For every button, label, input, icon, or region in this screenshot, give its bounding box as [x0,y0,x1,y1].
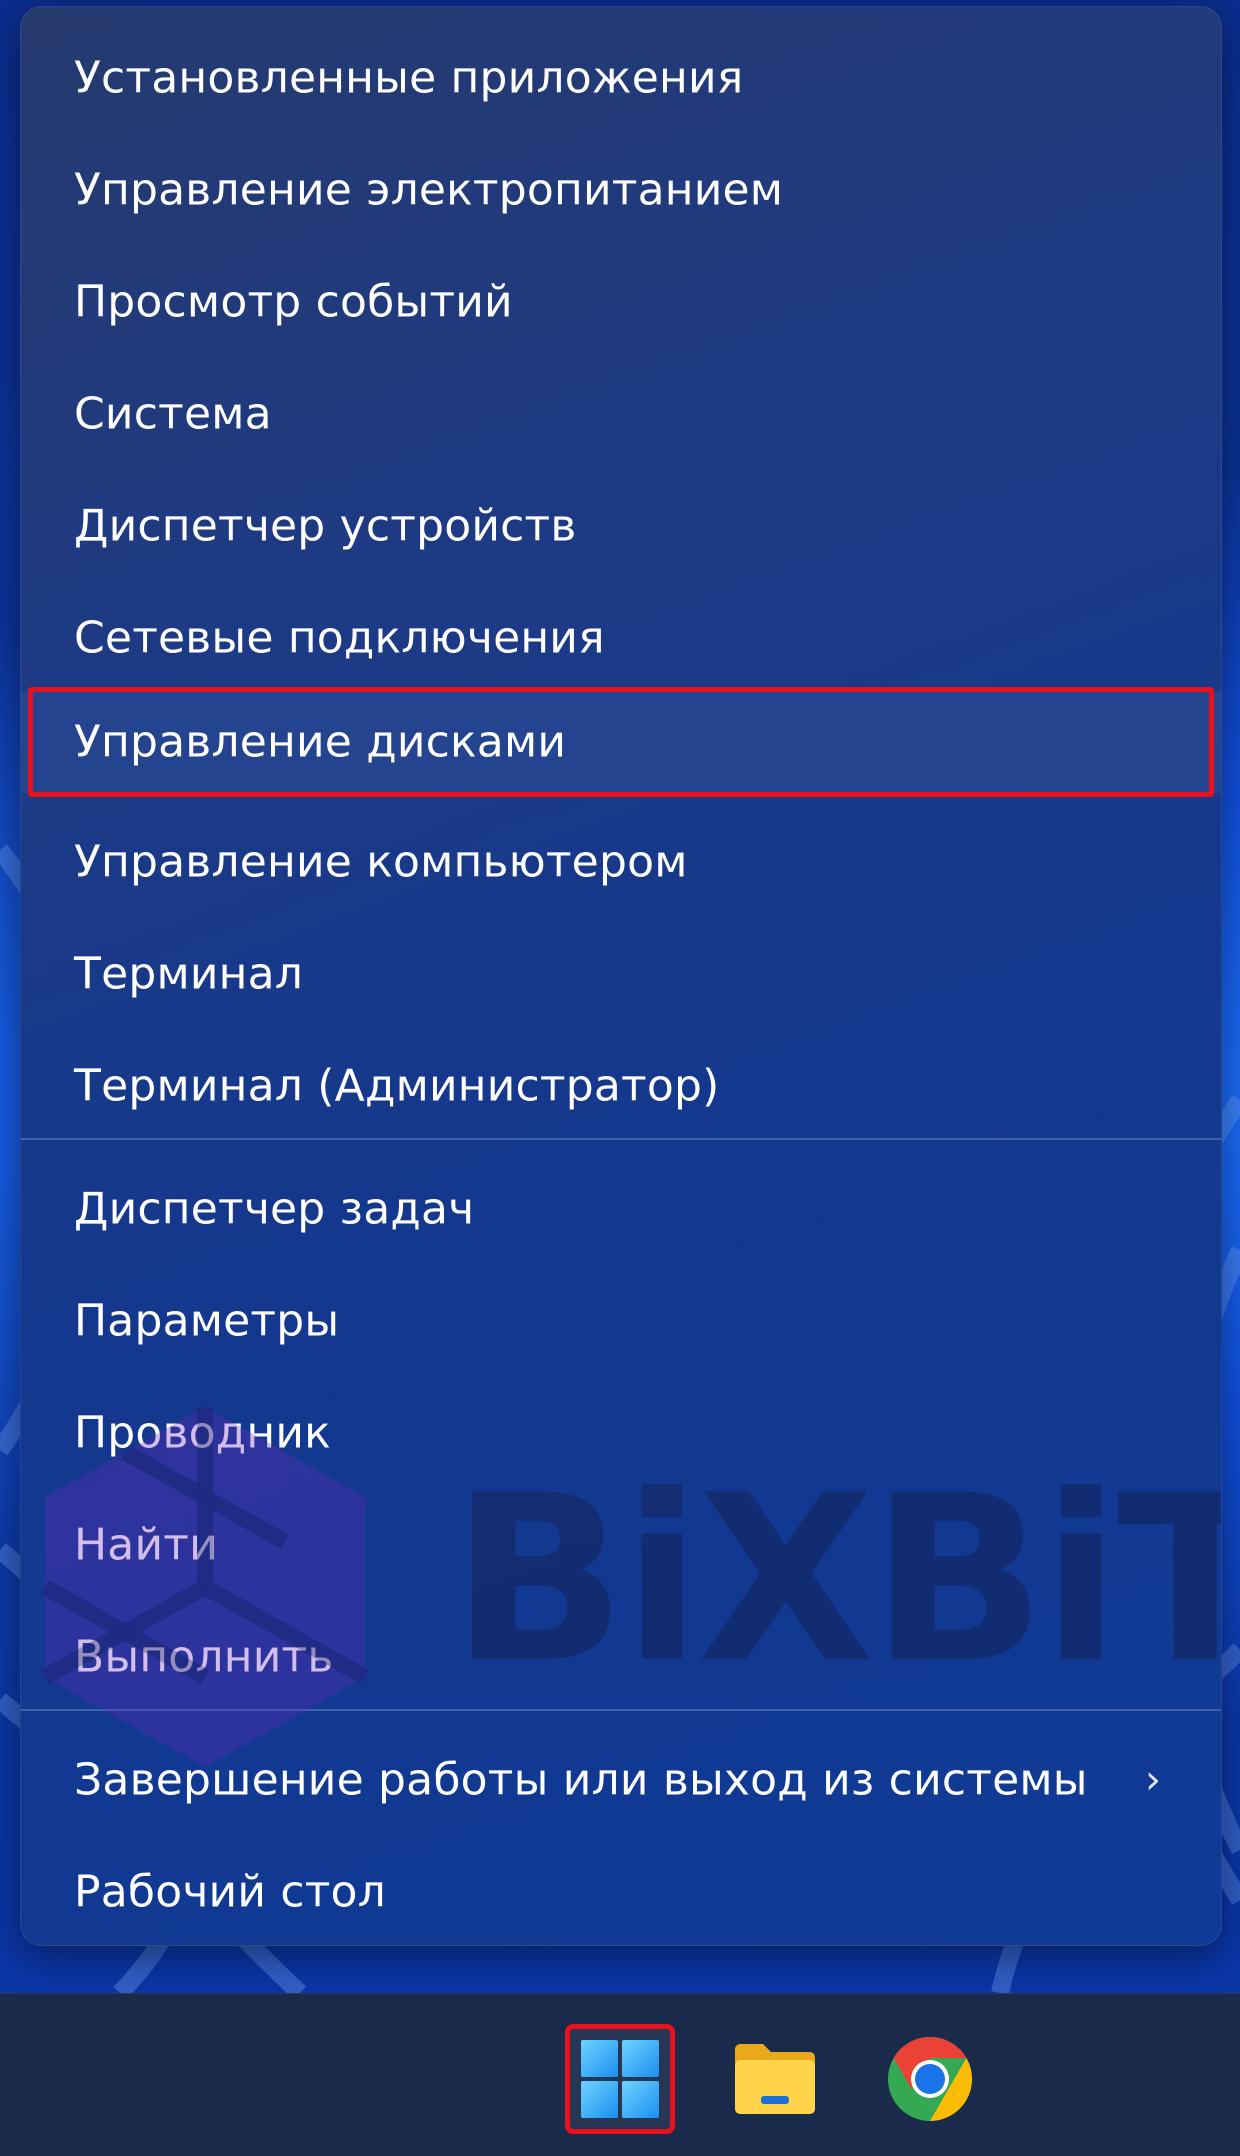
menu-item-task-manager[interactable]: Диспетчер задач [21,1153,1221,1265]
menu-item-power-options[interactable]: Управление электропитанием [21,134,1221,246]
menu-item-label: Рабочий стол [74,1866,386,1918]
start-button[interactable] [565,2024,675,2134]
menu-item-label: Терминал (Администратор) [74,1060,720,1112]
taskbar [0,1993,1240,2156]
menu-item-label: Параметры [74,1295,340,1347]
menu-separator [21,1138,1221,1140]
winx-context-menu: Установленные приложения Управление элек… [20,6,1222,1946]
menu-item-search[interactable]: Найти [21,1489,1221,1601]
menu-item-terminal[interactable]: Терминал [21,918,1221,1030]
menu-item-installed-apps[interactable]: Установленные приложения [21,22,1221,134]
menu-item-label: Завершение работы или выход из системы [74,1754,1088,1806]
chevron-right-icon: › [1145,1757,1161,1803]
menu-item-file-explorer[interactable]: Проводник [21,1377,1221,1489]
menu-item-label: Выполнить [74,1631,334,1683]
chrome-icon [888,2037,973,2121]
menu-item-label: Диспетчер устройств [74,500,577,552]
menu-item-disk-management[interactable]: Управление дисками [21,691,1221,793]
menu-item-system[interactable]: Система [21,358,1221,470]
menu-item-network-connections[interactable]: Сетевые подключения [21,582,1221,694]
menu-item-settings[interactable]: Параметры [21,1265,1221,1377]
menu-item-computer-management[interactable]: Управление компьютером [21,806,1221,918]
menu-item-label: Управление электропитанием [74,164,784,216]
menu-item-device-manager[interactable]: Диспетчер устройств [21,470,1221,582]
menu-item-run[interactable]: Выполнить [21,1601,1221,1713]
windows-start-icon [581,2040,659,2118]
menu-item-event-viewer[interactable]: Просмотр событий [21,246,1221,358]
file-explorer-icon [735,2044,815,2114]
file-explorer-button[interactable] [720,2024,830,2134]
menu-separator [21,1709,1221,1711]
menu-item-label: Сетевые подключения [74,612,605,664]
menu-item-label: Просмотр событий [74,276,513,328]
menu-item-label: Терминал [74,948,304,1000]
menu-item-shutdown-signout[interactable]: Завершение работы или выход из системы › [21,1724,1221,1836]
menu-item-label: Установленные приложения [74,52,744,104]
menu-item-desktop[interactable]: Рабочий стол [21,1836,1221,1945]
menu-item-label: Найти [74,1519,218,1571]
chrome-button[interactable] [875,2024,985,2134]
menu-item-label: Управление дисками [74,716,567,768]
menu-item-label: Управление компьютером [74,836,688,888]
menu-item-label: Диспетчер задач [74,1183,475,1235]
menu-item-label: Система [74,388,272,440]
menu-item-label: Проводник [74,1407,331,1459]
menu-item-terminal-admin[interactable]: Терминал (Администратор) [21,1030,1221,1142]
